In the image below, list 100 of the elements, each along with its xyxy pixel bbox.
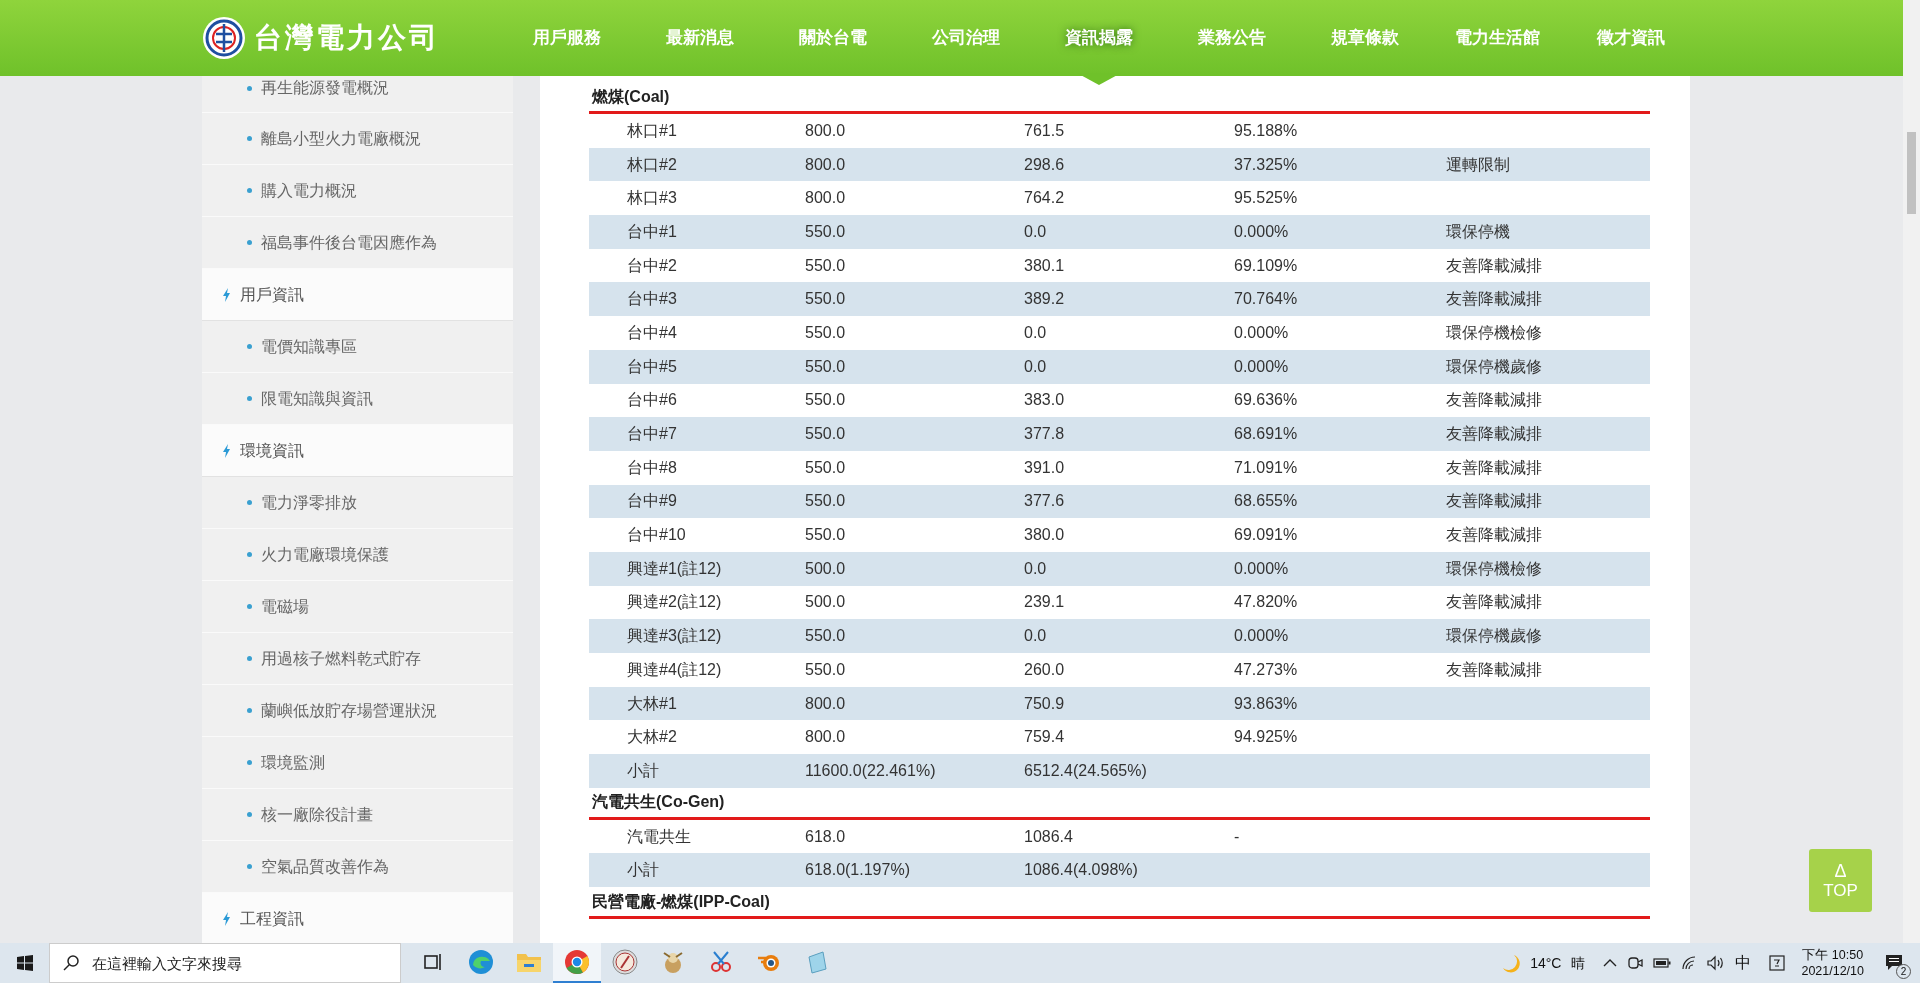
sidebar-link[interactable]: 火力電廠環境保護 bbox=[202, 529, 513, 581]
wifi-icon[interactable] bbox=[1681, 956, 1698, 970]
sidebar-link-label[interactable]: 離島小型火力電廠概況 bbox=[261, 126, 421, 151]
table-cell-text: 550.0 bbox=[805, 525, 846, 546]
table-cell-text: 550.0 bbox=[805, 491, 846, 512]
sidebar-category[interactable]: 用戶資訊 bbox=[202, 269, 513, 321]
table-cell-text: 友善降載減排 bbox=[1446, 424, 1542, 445]
sidebar-link[interactable]: 購入電力概況 bbox=[202, 165, 513, 217]
keyboard-mode-icon[interactable] bbox=[1769, 955, 1786, 971]
table-cell-text: 0.0 bbox=[1024, 322, 1047, 343]
search-icon bbox=[63, 955, 79, 971]
sidebar-link[interactable]: 電力淨零排放 bbox=[202, 477, 513, 529]
table-cell-text: 618.0(1.197%) bbox=[805, 860, 910, 881]
sidebar-link[interactable]: 限電知識與資訊 bbox=[202, 373, 513, 425]
table-cell-text: 550.0 bbox=[805, 424, 846, 445]
sidebar-link[interactable]: 再生能源發電概況 bbox=[202, 76, 513, 113]
section-title: 民營電廠-燃煤(IPP-Coal) bbox=[592, 891, 770, 912]
browser-icon[interactable] bbox=[468, 949, 494, 975]
taskbar-search-field[interactable]: 在這裡輸入文字來搜尋 bbox=[49, 943, 401, 983]
time-label[interactable]: 下午 10:50 bbox=[1802, 947, 1864, 963]
table-cell-text: 台中#2 bbox=[626, 255, 677, 276]
sidebar-link[interactable]: 離島小型火力電廠概況 bbox=[202, 113, 513, 165]
windows-start-icon[interactable] bbox=[17, 955, 33, 971]
table-cell-text: 0.000% bbox=[1234, 221, 1289, 242]
chevron-up-icon[interactable] bbox=[1603, 958, 1618, 968]
speaker-icon[interactable] bbox=[1707, 955, 1726, 971]
sidebar-link-label[interactable]: 購入電力概況 bbox=[261, 178, 357, 203]
scissors-icon[interactable] bbox=[708, 949, 734, 975]
table-cell-text: 380.0 bbox=[1024, 525, 1065, 546]
sidebar-category[interactable]: 工程資訊 bbox=[202, 893, 513, 943]
folder-icon[interactable] bbox=[516, 951, 542, 973]
table-cell-text: - bbox=[1234, 826, 1240, 847]
table-cell-text: 47.820% bbox=[1234, 592, 1298, 613]
sidebar-link-label[interactable]: 福島事件後台電因應作為 bbox=[261, 230, 437, 255]
sidebar-category[interactable]: 環境資訊 bbox=[202, 425, 513, 477]
sidebar-category-label[interactable]: 工程資訊 bbox=[240, 906, 304, 931]
table-cell-text: 800.0 bbox=[805, 188, 846, 209]
sidebar-link[interactable]: 電磁場 bbox=[202, 581, 513, 633]
table-cell-text: 大林#2 bbox=[626, 727, 677, 748]
sidebar-link[interactable]: 空氣品質改善作為 bbox=[202, 841, 513, 893]
sidebar-category-label[interactable]: 用戶資訊 bbox=[240, 282, 304, 307]
camera-icon[interactable] bbox=[1627, 955, 1644, 971]
sidebar-link-label[interactable]: 電磁場 bbox=[261, 594, 309, 619]
sidebar-link-label[interactable]: 電價知識專區 bbox=[261, 334, 357, 359]
sidebar-link-label[interactable]: 再生能源發電概況 bbox=[261, 76, 389, 100]
compass-icon[interactable] bbox=[612, 949, 638, 975]
scrollbar-thumb[interactable] bbox=[1907, 132, 1916, 214]
table-cell-text: 汽電共生 bbox=[626, 826, 691, 847]
table-cell-text: 389.2 bbox=[1024, 289, 1065, 310]
scrollbar[interactable] bbox=[1903, 0, 1920, 943]
sidebar-link[interactable]: 蘭嶼低放貯存場營運狀況 bbox=[202, 685, 513, 737]
task-view-icon[interactable] bbox=[423, 953, 443, 971]
sidebar-link-label[interactable]: 火力電廠環境保護 bbox=[261, 542, 389, 567]
table-cell-text: 377.8 bbox=[1024, 424, 1065, 445]
table-cell-text: 0.0 bbox=[1024, 356, 1047, 377]
sidebar-link-label[interactable]: 電力淨零排放 bbox=[261, 490, 357, 515]
sidebar-link-label[interactable]: 核一廠除役計畫 bbox=[261, 802, 373, 827]
table-cell-text: 大林#1 bbox=[626, 693, 677, 714]
taskbar-app[interactable] bbox=[553, 943, 601, 983]
sidebar-category-label[interactable]: 環境資訊 bbox=[240, 438, 304, 463]
sidebar-link[interactable]: 電價知識專區 bbox=[202, 321, 513, 373]
input-method-label[interactable]: 中 bbox=[1735, 951, 1752, 975]
bullet-icon bbox=[247, 604, 252, 609]
battery-icon[interactable] bbox=[1653, 957, 1672, 969]
temperature-label[interactable]: 14°C bbox=[1530, 952, 1562, 974]
bullet-icon bbox=[247, 708, 252, 713]
table-cell-text: 383.0 bbox=[1024, 390, 1065, 411]
bullet-icon bbox=[247, 812, 252, 817]
table-cell-text: 500.0 bbox=[805, 592, 846, 613]
notification-count: 2 bbox=[1896, 964, 1911, 979]
clock[interactable]: 下午 10:50 2021/12/10 bbox=[1801, 947, 1864, 979]
table-cell-text: 550.0 bbox=[805, 289, 846, 310]
date-label[interactable]: 2021/12/10 bbox=[1801, 963, 1864, 979]
sidebar-link-label[interactable]: 限電知識與資訊 bbox=[261, 386, 373, 411]
table-cell-text: 1086.4(4.098%) bbox=[1024, 860, 1138, 881]
sidebar-link[interactable]: 環境監測 bbox=[202, 737, 513, 789]
table-cell-text: 興達#1(註12) bbox=[626, 558, 722, 579]
sidebar-link-label[interactable]: 用過核子燃料乾式貯存 bbox=[261, 646, 421, 671]
table-cell-text: 47.273% bbox=[1234, 659, 1298, 680]
chrome-icon[interactable] bbox=[564, 949, 590, 975]
sidebar-link[interactable]: 用過核子燃料乾式貯存 bbox=[202, 633, 513, 685]
table-cell-text: 391.0 bbox=[1024, 457, 1065, 478]
logo-emblem-icon[interactable] bbox=[202, 16, 246, 60]
table-cell-text: 68.655% bbox=[1234, 491, 1298, 512]
table-cell-text: 興達#4(註12) bbox=[626, 659, 722, 680]
table-cell-text: 0.0 bbox=[1024, 558, 1047, 579]
table-cell-text: 小計 bbox=[626, 860, 659, 881]
weather-label[interactable]: 晴 bbox=[1571, 952, 1586, 974]
sidebar-link-label[interactable]: 蘭嶼低放貯存場營運狀況 bbox=[261, 698, 437, 723]
table-cell-text: 69.091% bbox=[1234, 525, 1298, 546]
table-cell-text: 550.0 bbox=[805, 390, 846, 411]
sidebar-link[interactable]: 福島事件後台電因應作為 bbox=[202, 217, 513, 269]
notification-button[interactable]: 2 bbox=[1874, 945, 1914, 981]
sidebar-link-label[interactable]: 環境監測 bbox=[261, 750, 325, 775]
table-cell-text: 台中#1 bbox=[626, 221, 677, 242]
sidebar-link-label[interactable]: 空氣品質改善作為 bbox=[261, 854, 389, 879]
table-cell-text: 550.0 bbox=[805, 255, 846, 276]
table-cell-text: 林口#3 bbox=[626, 188, 677, 209]
sidebar-link[interactable]: 核一廠除役計畫 bbox=[202, 789, 513, 841]
table-cell-text: 500.0 bbox=[805, 558, 846, 579]
